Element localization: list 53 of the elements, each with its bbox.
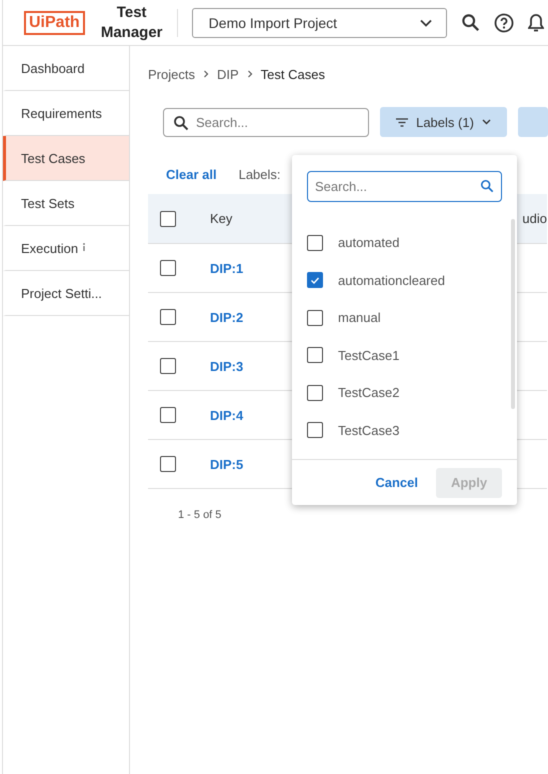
key-link[interactable]: DIP:4 (210, 408, 244, 422)
checkbox[interactable] (160, 309, 176, 325)
breadcrumb-link[interactable]: Projects (148, 66, 195, 82)
help-icon[interactable] (494, 12, 514, 32)
key-link[interactable]: DIP:3 (210, 358, 244, 374)
sidebar-item[interactable]: Test Sets (3, 181, 129, 226)
breadcrumb-link[interactable]: DIP (216, 66, 239, 82)
pagination-text: 1 - 5 of 5 (178, 509, 222, 521)
option-label[interactable]: automated (338, 235, 400, 250)
labels-text: Labels: (238, 166, 281, 182)
column-header: Key (210, 211, 232, 226)
option-label[interactable]: TestCase1 (338, 348, 400, 363)
scrollbar[interactable] (511, 219, 515, 409)
cancel-button[interactable]: Cancel (371, 471, 422, 494)
checkbox[interactable] (307, 234, 323, 251)
option-label[interactable]: TestCase3 (338, 422, 400, 438)
checkbox[interactable] (307, 384, 323, 401)
chevron-icon (246, 70, 253, 78)
checkbox[interactable] (307, 272, 323, 288)
project-dropdown[interactable]: Demo Import Project (192, 8, 447, 38)
column-header: udio (522, 211, 547, 226)
key-link[interactable]: DIP:2 (210, 310, 244, 324)
sidebar-item[interactable]: Project Setti... (3, 271, 129, 316)
labels-filter-button[interactable]: Labels (1) (380, 107, 507, 137)
checkbox[interactable] (307, 347, 323, 364)
option-label[interactable]: manual (338, 310, 381, 326)
caret-icon (420, 18, 432, 26)
search-icon[interactable] (460, 13, 480, 32)
checkbox[interactable] (307, 422, 323, 438)
option-label[interactable]: automationcleared (338, 272, 445, 288)
checkbox[interactable] (160, 407, 176, 423)
sidebar-item[interactable]: Test Cases (3, 136, 129, 181)
bell-icon[interactable] (528, 12, 544, 32)
checkbox[interactable] (160, 456, 176, 472)
key-link[interactable]: DIP:1 (210, 260, 244, 276)
sidebar-item[interactable]: Dashboard (3, 46, 129, 91)
option-label[interactable]: TestCase2 (338, 385, 400, 400)
clear-all-link[interactable]: Clear all (166, 166, 217, 182)
search-icon (480, 179, 494, 193)
caret-icon (482, 119, 491, 125)
checkbox[interactable] (160, 260, 176, 276)
logo: UiPath (24, 10, 85, 34)
chevron-icon (202, 70, 209, 78)
sidebar-item[interactable]: Execution (3, 226, 129, 271)
product-name: Test Manager (100, 2, 164, 42)
search-field[interactable]: Search... (163, 108, 369, 136)
filter-icon (396, 118, 408, 126)
checkbox[interactable] (160, 210, 176, 226)
search-field[interactable]: Search... (307, 171, 502, 202)
search-icon (173, 114, 189, 130)
key-link[interactable]: DIP:5 (210, 456, 244, 472)
checkbox[interactable] (307, 310, 323, 326)
checkbox[interactable] (160, 358, 176, 374)
